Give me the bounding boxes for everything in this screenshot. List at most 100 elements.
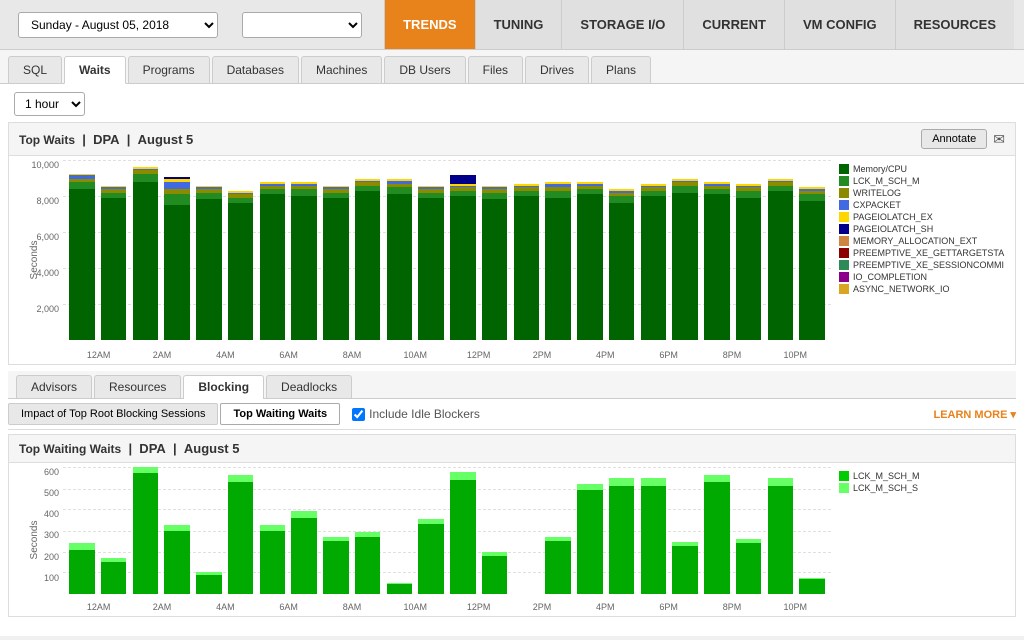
bar-segment-primary bbox=[704, 482, 729, 594]
nav-tab-vmconfig[interactable]: VM CONFIG bbox=[784, 0, 895, 49]
bar-segment bbox=[164, 205, 189, 340]
legend-label: LCK_M_SCH_M bbox=[853, 471, 920, 481]
bar-segment bbox=[609, 203, 634, 340]
bar-segment-primary bbox=[768, 486, 793, 594]
top-x-axis: 12AM 2AM 4AM 6AM 8AM 10AM 12PM 2PM 4PM 6… bbox=[63, 350, 831, 360]
bar-group bbox=[321, 160, 351, 340]
bar-segment-primary bbox=[450, 480, 475, 594]
legend-item: MEMORY_ALLOCATION_EXT bbox=[839, 236, 1003, 246]
learn-more-link[interactable]: LEARN MORE ▾ bbox=[933, 408, 1016, 421]
nav-tab-tuning[interactable]: TUNING bbox=[475, 0, 562, 49]
bar-segment bbox=[609, 196, 634, 203]
sub-tab-waiting[interactable]: Top Waiting Waits bbox=[220, 403, 340, 425]
time-select[interactable] bbox=[242, 12, 362, 38]
bar-segment bbox=[291, 196, 316, 340]
bottom-tab-blocking[interactable]: Blocking bbox=[183, 375, 264, 399]
bar-segment-primary bbox=[133, 473, 158, 594]
bar-group bbox=[766, 160, 796, 340]
nav-tab-resources[interactable]: RESOURCES bbox=[895, 0, 1014, 49]
bar-segment-primary bbox=[355, 537, 380, 594]
legend-label: LCK_M_SCH_M bbox=[853, 176, 920, 186]
bar-segment bbox=[545, 191, 570, 198]
bar-segment bbox=[228, 203, 253, 340]
bar-segment bbox=[164, 182, 189, 189]
bar-group bbox=[99, 160, 129, 340]
sec-tab-dbusers[interactable]: DB Users bbox=[384, 56, 465, 83]
idle-blockers-label: Include Idle Blockers bbox=[369, 407, 480, 421]
bar-group bbox=[321, 467, 351, 594]
bottom-tab-deadlocks[interactable]: Deadlocks bbox=[266, 375, 352, 398]
sec-tab-plans[interactable]: Plans bbox=[591, 56, 651, 83]
interval-bar: 1 hour 30 min 15 min bbox=[8, 92, 1016, 116]
bar-group bbox=[67, 467, 97, 594]
sec-tab-machines[interactable]: Machines bbox=[301, 56, 382, 83]
bar-segment bbox=[736, 198, 761, 340]
bar-group bbox=[702, 160, 732, 340]
bar-group bbox=[162, 160, 192, 340]
bar-group bbox=[131, 160, 161, 340]
bar-segment-secondary bbox=[704, 475, 729, 483]
nav-tabs: TRENDS TUNING STORAGE I/O CURRENT VM CON… bbox=[384, 0, 1014, 49]
idle-blockers-checkbox[interactable] bbox=[352, 408, 365, 421]
secondary-tabs: SQL Waits Programs Databases Machines DB… bbox=[0, 50, 1024, 84]
bottom-tab-advisors[interactable]: Advisors bbox=[16, 375, 92, 398]
bar-segment bbox=[355, 191, 380, 340]
nav-tab-storage[interactable]: STORAGE I/O bbox=[561, 0, 683, 49]
nav-tab-current[interactable]: CURRENT bbox=[683, 0, 784, 49]
bar-segment-primary bbox=[196, 575, 221, 594]
bottom-chart-header: Top Waiting Waits | DPA | August 5 bbox=[9, 435, 1015, 463]
bar-group bbox=[131, 467, 161, 594]
legend-item: PAGEIOLATCH_SH bbox=[839, 224, 1003, 234]
bar-segment-primary bbox=[577, 490, 602, 594]
sec-tab-waits[interactable]: Waits bbox=[64, 56, 126, 84]
sec-tab-sql[interactable]: SQL bbox=[8, 56, 62, 83]
legend-color bbox=[839, 284, 849, 294]
bottom-chart-legend: LCK_M_SCH_MLCK_M_SCH_S bbox=[831, 467, 1011, 612]
legend-color bbox=[839, 224, 849, 234]
sec-tab-files[interactable]: Files bbox=[468, 56, 523, 83]
interval-select[interactable]: 1 hour 30 min 15 min bbox=[14, 92, 85, 116]
bottom-x-axis: 12AM 2AM 4AM 6AM 8AM 10AM 12PM 2PM 4PM 6… bbox=[63, 602, 831, 612]
legend-color bbox=[839, 176, 849, 186]
main-content: 1 hour 30 min 15 min Top Waits | DPA | A… bbox=[0, 84, 1024, 636]
top-navigation: Sunday - August 05, 2018 TRENDS TUNING S… bbox=[0, 0, 1024, 50]
legend-color bbox=[839, 164, 849, 174]
legend-item: WRITELOG bbox=[839, 188, 1003, 198]
bar-group bbox=[797, 467, 827, 594]
nav-tab-trends[interactable]: TRENDS bbox=[384, 0, 474, 49]
bar-group bbox=[512, 160, 542, 340]
top-chart-legend: Memory/CPULCK_M_SCH_MWRITELOGCXPACKETPAG… bbox=[831, 160, 1011, 360]
legend-label: PREEMPTIVE_XE_GETTARGETSTA bbox=[853, 248, 1004, 258]
legend-label: Memory/CPU bbox=[853, 164, 907, 174]
bar-group bbox=[258, 160, 288, 340]
idle-blockers-check: Include Idle Blockers bbox=[352, 407, 480, 421]
legend-item: PREEMPTIVE_XE_GETTARGETSTA bbox=[839, 248, 1003, 258]
mail-icon[interactable]: ✉ bbox=[993, 131, 1005, 148]
bar-group bbox=[162, 467, 192, 594]
bottom-chart-area: Seconds 600 500 400 300 200 100 bbox=[13, 467, 831, 612]
bar-group bbox=[766, 467, 796, 594]
bar-group bbox=[289, 467, 319, 594]
bar-group bbox=[258, 467, 288, 594]
bar-group bbox=[448, 467, 478, 594]
legend-item: Memory/CPU bbox=[839, 164, 1003, 174]
bar-segment-primary bbox=[387, 584, 412, 594]
bar-segment bbox=[387, 187, 412, 194]
sec-tab-programs[interactable]: Programs bbox=[128, 56, 210, 83]
bar-group bbox=[670, 467, 700, 594]
sec-tab-databases[interactable]: Databases bbox=[212, 56, 299, 83]
bar-group bbox=[448, 160, 478, 340]
bar-group bbox=[226, 160, 256, 340]
legend-color bbox=[839, 272, 849, 282]
bar-segment bbox=[482, 199, 507, 340]
bar-group bbox=[385, 160, 415, 340]
bottom-tab-resources[interactable]: Resources bbox=[94, 375, 181, 398]
day-select[interactable]: Sunday - August 05, 2018 bbox=[18, 12, 218, 38]
annotate-button[interactable]: Annotate bbox=[921, 129, 987, 149]
legend-color bbox=[839, 471, 849, 481]
legend-color bbox=[839, 248, 849, 258]
sec-tab-drives[interactable]: Drives bbox=[525, 56, 589, 83]
bar-segment bbox=[101, 198, 126, 340]
sub-tab-impact[interactable]: Impact of Top Root Blocking Sessions bbox=[8, 403, 218, 425]
legend-item: LCK_M_SCH_M bbox=[839, 176, 1003, 186]
